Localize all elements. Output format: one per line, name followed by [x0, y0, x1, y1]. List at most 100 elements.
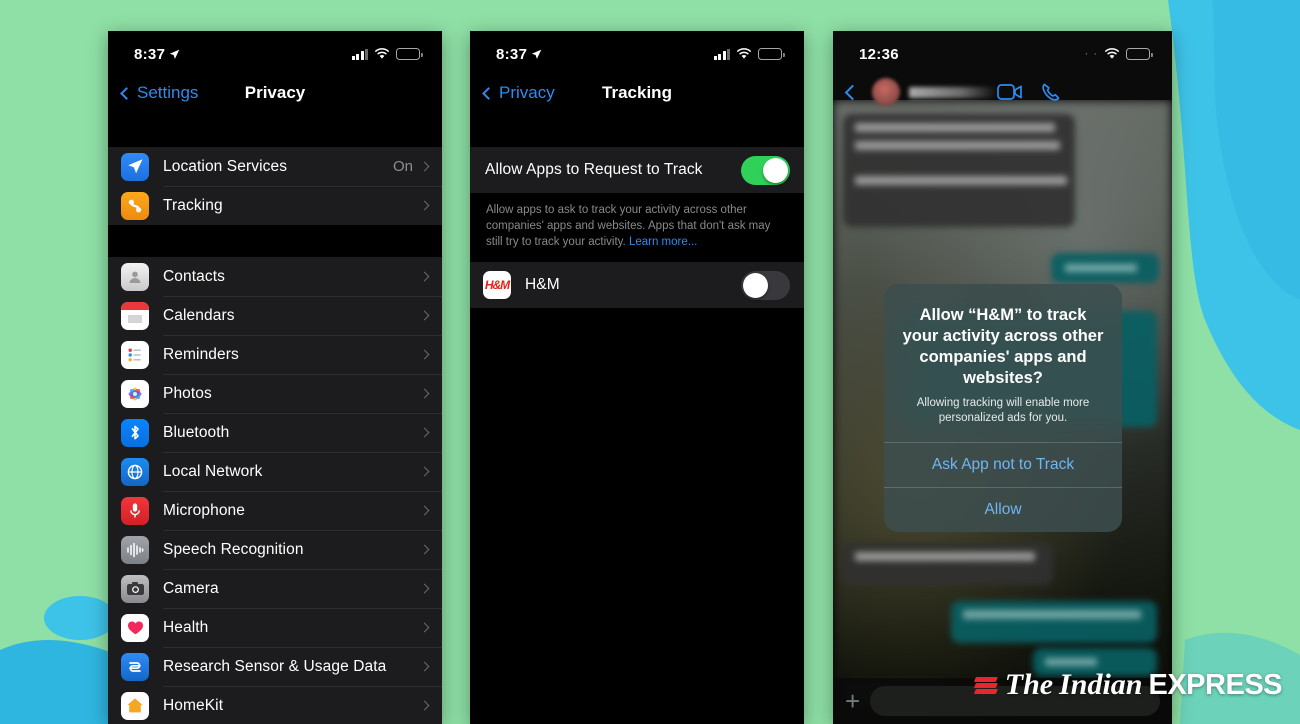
chat-bubble-outgoing	[1051, 253, 1159, 283]
sidebar-item-reminders[interactable]: Reminders	[108, 335, 442, 374]
navigation-bar: Privacy Tracking	[470, 71, 804, 115]
sidebar-item-microphone[interactable]: Microphone	[108, 491, 442, 530]
chat-bubble-outgoing	[951, 601, 1157, 643]
learn-more-link[interactable]: Learn more...	[629, 236, 697, 248]
row-label: Camera	[163, 579, 219, 597]
location-arrow-icon	[532, 49, 542, 59]
chevron-right-icon	[419, 622, 430, 633]
background-ellipse	[44, 596, 116, 640]
row-label: Contacts	[163, 267, 225, 285]
contact-name	[909, 86, 997, 98]
status-bar-time: 8:37	[134, 45, 166, 63]
chevron-right-icon	[419, 310, 430, 321]
wifi-icon	[1104, 48, 1120, 59]
privacy-group-primary: Location Services On Tracking	[108, 147, 442, 225]
sidebar-item-speech-recognition[interactable]: Speech Recognition	[108, 530, 442, 569]
battery-low-icon	[758, 48, 785, 60]
status-bar-time-group: 8:37	[496, 46, 542, 63]
sidebar-item-location-services[interactable]: Location Services On	[108, 147, 442, 186]
status-bar-indicators	[351, 48, 423, 60]
sidebar-item-calendars[interactable]: Calendars	[108, 296, 442, 335]
chevron-right-icon	[419, 661, 430, 672]
watermark-express: EXPRESS	[1148, 668, 1283, 701]
sidebar-item-tracking[interactable]: Tracking	[108, 186, 442, 225]
signal-bars-icon	[713, 48, 730, 60]
row-value: On	[392, 158, 413, 175]
tracking-toggle-group: Allow Apps to Request to Track	[470, 147, 804, 193]
row-label: Health	[163, 618, 209, 636]
row-label: Microphone	[163, 501, 245, 519]
section-gap	[108, 115, 442, 147]
hm-tracking-toggle[interactable]	[741, 270, 790, 300]
photos-icon	[121, 379, 149, 408]
ask-app-not-to-track-button[interactable]: Ask App not to Track	[884, 442, 1122, 487]
battery-icon	[1126, 48, 1153, 60]
allow-apps-request-track-row[interactable]: Allow Apps to Request to Track	[470, 147, 804, 193]
app-row-hm[interactable]: H&M H&M	[470, 262, 804, 308]
chevron-right-icon	[419, 505, 430, 516]
chat-navigation-bar	[833, 71, 1172, 113]
row-label: Reminders	[163, 345, 239, 363]
chat-bubble-incoming	[843, 543, 1053, 585]
watermark-indian-express: The Indian EXPRESS	[973, 668, 1282, 702]
camera-icon	[121, 574, 149, 603]
row-label: Calendars	[163, 306, 235, 324]
location-arrow-icon	[170, 49, 180, 59]
sidebar-item-homekit[interactable]: HomeKit	[108, 686, 442, 724]
tracking-apps-group: H&M H&M	[470, 262, 804, 308]
homekit-icon	[121, 691, 149, 720]
status-bar: 8:37	[108, 31, 442, 71]
video-call-icon[interactable]	[997, 83, 1023, 101]
back-button-label: Privacy	[499, 83, 555, 102]
allow-button[interactable]: Allow	[884, 487, 1122, 532]
att-tracking-dialog: Allow “H&M” to track your activity acros…	[884, 284, 1122, 532]
chat-actions	[997, 82, 1061, 102]
navigation-bar: Settings Privacy	[108, 71, 442, 115]
phone-screen-privacy: 8:37 Settings Privacy Location Services …	[108, 31, 442, 724]
sidebar-item-health[interactable]: Health	[108, 608, 442, 647]
back-button-privacy[interactable]: Privacy	[482, 83, 555, 103]
row-label: Bluetooth	[163, 423, 230, 441]
row-label: Photos	[163, 384, 212, 402]
row-label: H&M	[525, 276, 560, 293]
plus-icon[interactable]: +	[845, 688, 860, 714]
wifi-icon	[374, 48, 390, 59]
sidebar-item-local-network[interactable]: Local Network	[108, 452, 442, 491]
chevron-right-icon	[419, 466, 430, 477]
section-gap	[108, 225, 442, 257]
sidebar-item-research-sensor[interactable]: Research Sensor & Usage Data	[108, 647, 442, 686]
chevron-right-icon	[419, 200, 430, 211]
sidebar-item-photos[interactable]: Photos	[108, 374, 442, 413]
back-icon[interactable]	[844, 84, 861, 100]
location-services-icon	[121, 152, 149, 181]
status-bar: 8:37	[470, 31, 804, 71]
bluetooth-icon	[121, 418, 149, 447]
chevron-right-icon	[419, 271, 430, 282]
contacts-icon	[121, 262, 149, 291]
wifi-icon	[736, 48, 752, 59]
toggle-knob	[743, 272, 768, 298]
back-button-settings[interactable]: Settings	[120, 83, 198, 103]
toggle-knob	[763, 157, 788, 183]
signal-dots-icon: · ·	[1084, 48, 1098, 60]
status-bar-time: 8:37	[496, 45, 528, 63]
local-network-icon	[121, 457, 149, 486]
voice-call-icon[interactable]	[1041, 82, 1061, 102]
status-bar: 12:36 · ·	[833, 31, 1172, 71]
watermark-the: The Indian	[1004, 668, 1143, 701]
allow-apps-toggle[interactable]	[741, 155, 790, 185]
chevron-right-icon	[419, 544, 430, 555]
status-bar-time: 12:36	[859, 45, 899, 63]
signal-bars-icon	[351, 48, 368, 60]
sidebar-item-bluetooth[interactable]: Bluetooth	[108, 413, 442, 452]
row-label: HomeKit	[163, 696, 224, 714]
dialog-subtitle: Allowing tracking will enable more perso…	[916, 397, 1090, 424]
chevron-right-icon	[419, 583, 430, 594]
microphone-icon	[121, 496, 149, 525]
chevron-right-icon	[419, 161, 430, 172]
status-bar-indicators	[713, 48, 785, 60]
privacy-group-apps: Contacts Calendars Reminders Photos Blue…	[108, 257, 442, 724]
row-label: Research Sensor & Usage Data	[163, 657, 387, 675]
sidebar-item-camera[interactable]: Camera	[108, 569, 442, 608]
sidebar-item-contacts[interactable]: Contacts	[108, 257, 442, 296]
